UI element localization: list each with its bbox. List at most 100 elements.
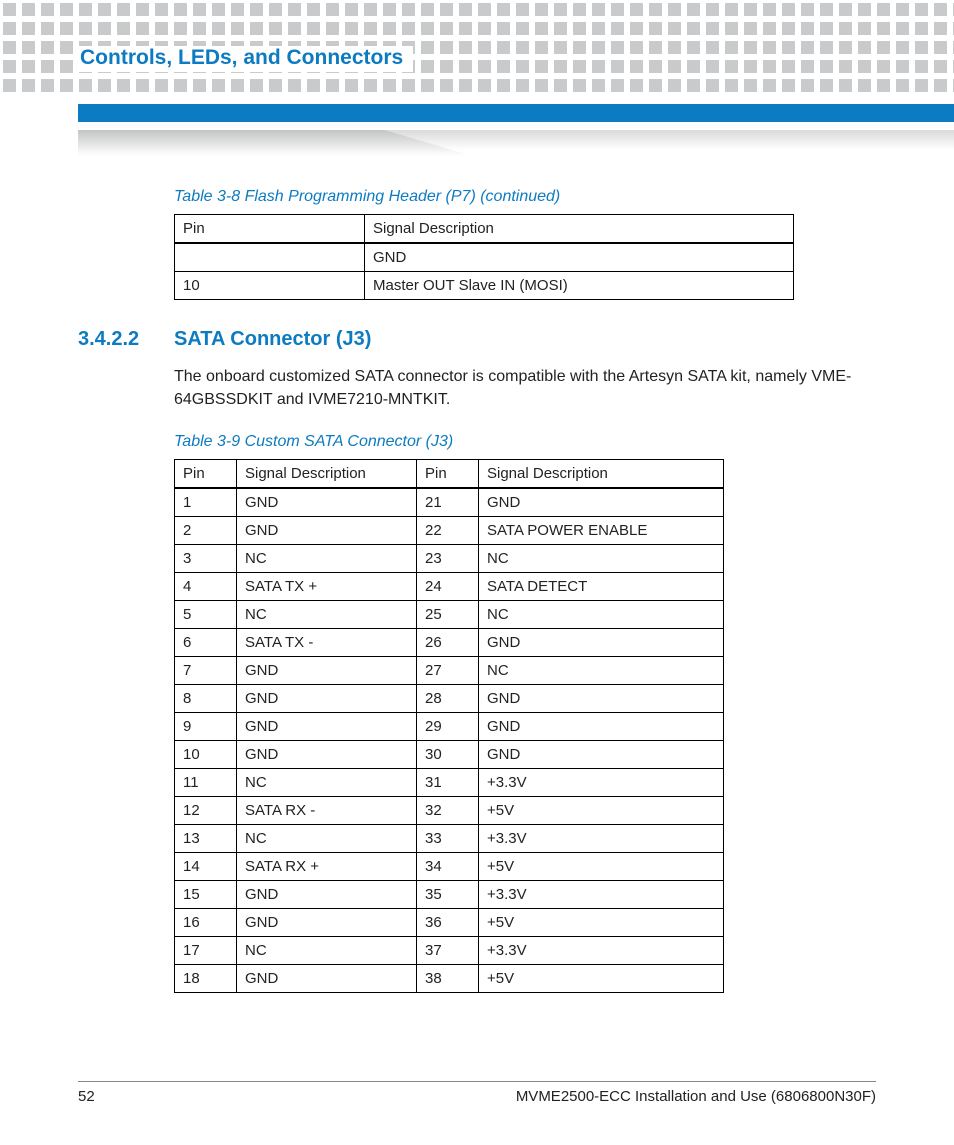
table-cell: 11	[175, 769, 237, 797]
table-cell: NC	[479, 601, 724, 629]
table-header: Pin	[175, 215, 365, 244]
table-cell: NC	[479, 545, 724, 573]
table-cell: 26	[417, 629, 479, 657]
table-cell: +3.3V	[479, 769, 724, 797]
table-3-9-title: Table 3-9 Custom SATA Connector (J3)	[174, 433, 876, 451]
table-cell: GND	[237, 741, 417, 769]
table-cell: 10	[175, 741, 237, 769]
table-cell: 5	[175, 601, 237, 629]
table-cell: 28	[417, 685, 479, 713]
table-cell: 6	[175, 629, 237, 657]
table-cell: 18	[175, 965, 237, 993]
header-blue-bar	[78, 104, 954, 122]
table-row: 10Master OUT Slave IN (MOSI)	[175, 272, 794, 300]
chapter-title: Controls, LEDs, and Connectors	[78, 46, 413, 72]
table-cell: 27	[417, 657, 479, 685]
table-cell: 16	[175, 909, 237, 937]
table-row: 16GND36+5V	[175, 909, 724, 937]
table-cell: SATA POWER ENABLE	[479, 517, 724, 545]
table-row: 8GND28GND	[175, 685, 724, 713]
section-title: SATA Connector (J3)	[174, 328, 371, 351]
table-cell: Master OUT Slave IN (MOSI)	[365, 272, 794, 300]
table-cell: SATA TX +	[237, 573, 417, 601]
table-row: 10GND30GND	[175, 741, 724, 769]
table-cell: SATA TX -	[237, 629, 417, 657]
section-body-text: The onboard customized SATA connector is…	[174, 365, 864, 411]
table-cell: +5V	[479, 853, 724, 881]
table-cell: 2	[175, 517, 237, 545]
table-cell: 14	[175, 853, 237, 881]
table-row: GND	[175, 243, 794, 272]
table-cell: GND	[479, 741, 724, 769]
table-cell: 7	[175, 657, 237, 685]
table-cell: GND	[365, 243, 794, 272]
table-header: Signal Description	[365, 215, 794, 244]
table-cell: 12	[175, 797, 237, 825]
table-row: 12SATA RX -32+5V	[175, 797, 724, 825]
table-cell: 13	[175, 825, 237, 853]
table-cell: GND	[479, 713, 724, 741]
table-cell: 22	[417, 517, 479, 545]
table-cell: 10	[175, 272, 365, 300]
table-cell: 31	[417, 769, 479, 797]
table-row: 6SATA TX -26GND	[175, 629, 724, 657]
table-cell: GND	[237, 713, 417, 741]
table-cell: 36	[417, 909, 479, 937]
table-cell: +3.3V	[479, 937, 724, 965]
table-row: 17NC37+3.3V	[175, 937, 724, 965]
table-cell: GND	[237, 909, 417, 937]
table-row: 15GND35+3.3V	[175, 881, 724, 909]
document-id: MVME2500-ECC Installation and Use (68068…	[516, 1088, 876, 1105]
table-cell: NC	[237, 769, 417, 797]
table-cell: SATA RX -	[237, 797, 417, 825]
table-row: 14SATA RX +34+5V	[175, 853, 724, 881]
table-row: 2GND22SATA POWER ENABLE	[175, 517, 724, 545]
table-cell: +5V	[479, 965, 724, 993]
table-row: 7GND27NC	[175, 657, 724, 685]
table-3-8-title: Table 3-8 Flash Programming Header (P7) …	[174, 188, 876, 206]
table-cell: 4	[175, 573, 237, 601]
table-cell: 32	[417, 797, 479, 825]
table-cell: +5V	[479, 797, 724, 825]
table-cell: 1	[175, 488, 237, 517]
table-header: Pin	[175, 460, 237, 489]
table-header: Signal Description	[479, 460, 724, 489]
table-cell: GND	[237, 657, 417, 685]
table-cell: +5V	[479, 909, 724, 937]
table-cell: 35	[417, 881, 479, 909]
table-cell: SATA RX +	[237, 853, 417, 881]
table-3-8: Pin Signal Description GND10Master OUT S…	[174, 214, 794, 300]
table-cell: NC	[237, 545, 417, 573]
table-cell: 25	[417, 601, 479, 629]
table-cell: +3.3V	[479, 881, 724, 909]
table-header: Pin	[417, 460, 479, 489]
table-cell: NC	[237, 937, 417, 965]
table-cell: GND	[479, 488, 724, 517]
table-cell: 3	[175, 545, 237, 573]
table-row: 18GND38+5V	[175, 965, 724, 993]
table-cell: 21	[417, 488, 479, 517]
table-cell: SATA DETECT	[479, 573, 724, 601]
table-cell: NC	[237, 601, 417, 629]
table-cell: GND	[237, 685, 417, 713]
table-cell: 29	[417, 713, 479, 741]
section-number: 3.4.2.2	[78, 328, 146, 351]
table-row: 11NC31+3.3V	[175, 769, 724, 797]
table-row: 5NC25NC	[175, 601, 724, 629]
table-cell: 23	[417, 545, 479, 573]
table-row: 13NC33+3.3V	[175, 825, 724, 853]
table-cell: 30	[417, 741, 479, 769]
table-row: 4SATA TX +24SATA DETECT	[175, 573, 724, 601]
table-cell: GND	[237, 517, 417, 545]
table-3-9: Pin Signal Description Pin Signal Descri…	[174, 459, 724, 993]
table-cell: +3.3V	[479, 825, 724, 853]
page-number: 52	[78, 1088, 95, 1105]
table-row: 3NC23NC	[175, 545, 724, 573]
table-cell	[175, 243, 365, 272]
table-header: Signal Description	[237, 460, 417, 489]
table-row: 1GND21GND	[175, 488, 724, 517]
table-cell: NC	[479, 657, 724, 685]
table-cell: 9	[175, 713, 237, 741]
table-cell: NC	[237, 825, 417, 853]
table-cell: 37	[417, 937, 479, 965]
